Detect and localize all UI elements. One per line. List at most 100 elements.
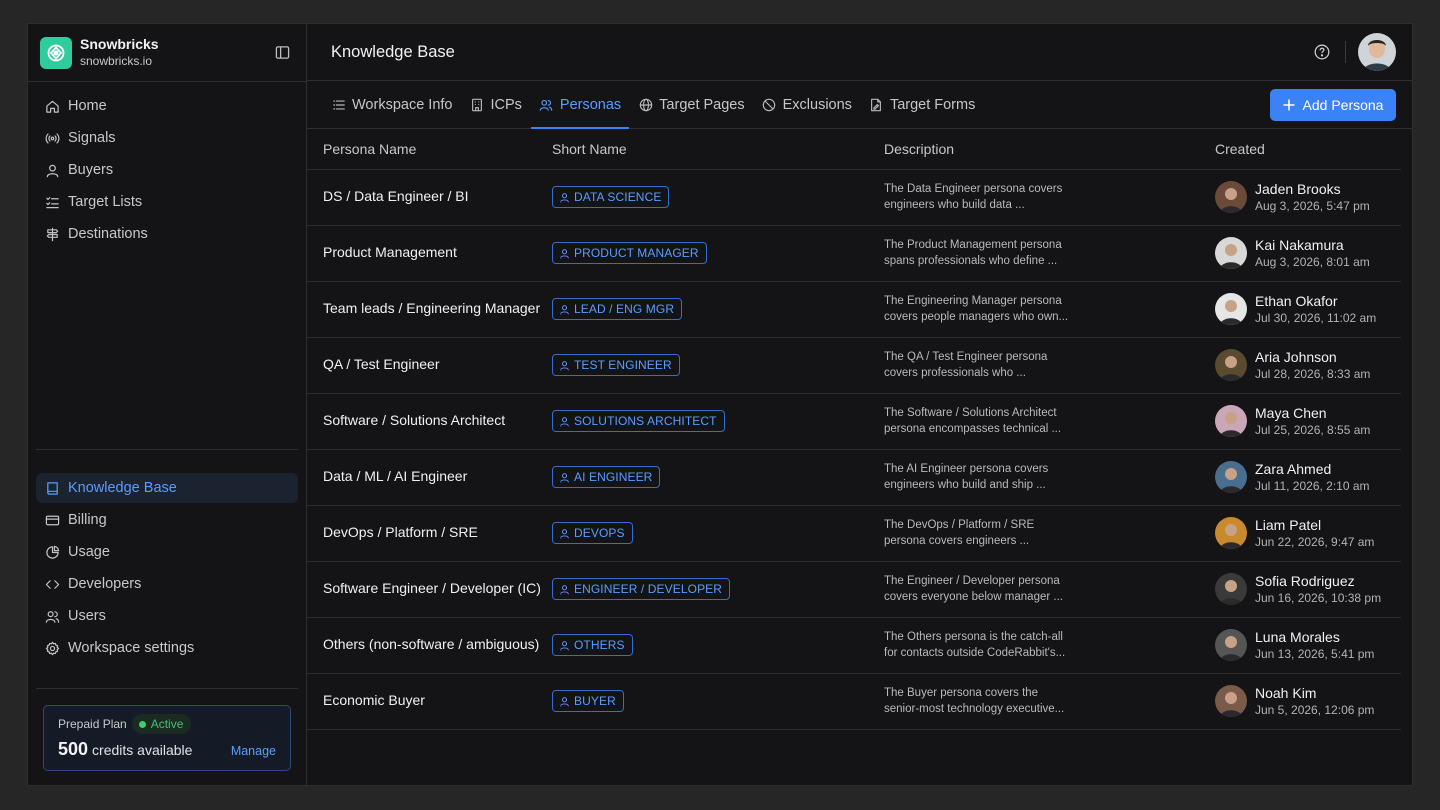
description-line: covers everyone below manager ... <box>884 591 1063 603</box>
sidebar-item-label: Workspace settings <box>68 640 195 656</box>
user-icon <box>559 360 570 371</box>
short-name-badge: PRODUCT MANAGER <box>552 242 707 264</box>
plus-icon <box>1283 99 1295 111</box>
tab-target-pages[interactable]: Target Pages <box>638 81 745 128</box>
sidebar-item-signals[interactable]: Signals <box>36 123 298 153</box>
cell-persona-name: Data / ML / AI Engineer <box>307 449 552 506</box>
sidebar-item-target-lists[interactable]: Target Lists <box>36 187 298 217</box>
user-icon <box>559 696 570 707</box>
creator-avatar <box>1215 293 1247 325</box>
cell-created: Aria Johnson Jul 28, 2026, 8:33 am <box>1215 337 1401 394</box>
personas-table: Persona Name Short Name Description Crea… <box>307 129 1401 730</box>
sidebar-item-developers[interactable]: Developers <box>36 569 298 599</box>
sidebar-nav-main: Home Signals Buyers Target Lists Destination… <box>28 82 306 251</box>
description-line: senior-most technology executive... <box>884 703 1065 715</box>
creator-avatar <box>1215 517 1247 549</box>
description-line: persona encompasses technical ... <box>884 423 1062 435</box>
persona-name: QA / Test Engineer <box>323 356 440 372</box>
sidebar-item-usage[interactable]: Usage <box>36 537 298 567</box>
sidebar-toggle-icon[interactable] <box>270 41 294 65</box>
column-header-created[interactable]: Created <box>1215 129 1401 170</box>
table-row[interactable]: DS / Data Engineer / BI DATA SCIENCE The D… <box>307 169 1401 226</box>
cell-description: The Engineering Manager persona covers pe… <box>884 281 1215 338</box>
credits-label: credits available <box>92 742 193 758</box>
created-date: Jun 22, 2026, 9:47 am <box>1255 534 1375 549</box>
cell-short-name: TEST ENGINEER <box>552 337 884 394</box>
table-row[interactable]: Software / Solutions Architect SOLUTIONS … <box>307 393 1401 450</box>
created-date: Jun 5, 2026, 12:06 pm <box>1255 702 1375 717</box>
cell-persona-name: Team leads / Engineering Manager <box>307 281 552 338</box>
table-row[interactable]: Software Engineer / Developer (IC) ENGINE… <box>307 561 1401 618</box>
creator-name: Kai Nakamura <box>1255 236 1344 253</box>
manage-plan-link[interactable]: Manage <box>231 744 276 758</box>
cell-description: The Product Management persona spans prof… <box>884 225 1215 282</box>
cell-short-name: DATA SCIENCE <box>552 169 884 226</box>
list-check-icon <box>44 194 60 210</box>
creator-name: Liam Patel <box>1255 516 1322 533</box>
short-name-badge: TEST ENGINEER <box>552 354 680 376</box>
cell-description: The Buyer persona covers the senior-most … <box>884 673 1215 730</box>
tab-label: Personas <box>559 96 622 113</box>
tab-target-forms[interactable]: Target Forms <box>869 81 975 128</box>
help-icon[interactable] <box>1311 41 1333 63</box>
tab-exclusions[interactable]: Exclusions <box>762 81 852 128</box>
description-line: The Engineer / Developer persona <box>884 575 1060 587</box>
topbar-separator <box>1345 41 1346 63</box>
add-persona-button[interactable]: Add Persona <box>1270 89 1396 121</box>
tab-personas[interactable]: Personas <box>530 81 630 129</box>
description-line: spans professionals who define ... <box>884 255 1058 267</box>
table-row[interactable]: DevOps / Platform / SRE DEVOPS The DevOps … <box>307 505 1401 562</box>
short-name-text: ENGINEER / DEVELOPER <box>574 582 723 596</box>
tab-workspace-info[interactable]: Workspace Info <box>331 81 452 128</box>
sidebar-item-users[interactable]: Users <box>36 601 298 631</box>
user-icon <box>559 472 570 483</box>
column-header-description[interactable]: Description <box>884 129 1215 170</box>
gear-icon <box>44 640 60 656</box>
tab-label: ICPs <box>490 96 522 113</box>
table-row[interactable]: Data / ML / AI Engineer AI ENGINEER The AI… <box>307 449 1401 506</box>
description-line: The Others persona is the catch-all <box>884 631 1063 643</box>
column-header-short-name[interactable]: Short Name <box>552 129 884 170</box>
user-icon <box>559 248 570 259</box>
cell-created: Luna Morales Jun 13, 2026, 5:41 pm <box>1215 617 1401 674</box>
signpost-icon <box>44 226 60 242</box>
table-row[interactable]: Team leads / Engineering Manager LEAD / E… <box>307 281 1401 338</box>
creator-avatar <box>1215 181 1247 213</box>
sidebar-item-workspace-settings[interactable]: Workspace settings <box>36 633 298 663</box>
persona-name: DS / Data Engineer / BI <box>323 188 469 204</box>
cell-persona-name: Software Engineer / Developer (IC) <box>307 561 552 618</box>
table-row[interactable]: QA / Test Engineer TEST ENGINEER The QA / … <box>307 337 1401 394</box>
user-icon <box>559 528 570 539</box>
description-line: The Software / Solutions Architect <box>884 407 1057 419</box>
persona-name: DevOps / Platform / SRE <box>323 524 478 540</box>
sidebar-item-destinations[interactable]: Destinations <box>36 219 298 249</box>
ban-icon <box>762 97 777 112</box>
sidebar-item-label: Users <box>68 608 106 624</box>
sidebar-item-billing[interactable]: Billing <box>36 505 298 535</box>
tab-icps[interactable]: ICPs <box>469 81 522 128</box>
user-icon <box>559 640 570 651</box>
sidebar-item-label: Target Lists <box>68 194 143 210</box>
user-icon <box>559 584 570 595</box>
persona-name: Software / Solutions Architect <box>323 412 506 428</box>
sidebar-item-buyers[interactable]: Buyers <box>36 155 298 185</box>
status-badge: Active <box>131 714 192 734</box>
short-name-text: AI ENGINEER <box>574 470 653 484</box>
short-name-text: SOLUTIONS ARCHITECT <box>574 414 717 428</box>
column-header-persona-name[interactable]: Persona Name <box>307 129 552 170</box>
sidebar-item-label: Billing <box>68 512 107 528</box>
creator-name: Jaden Brooks <box>1255 180 1341 197</box>
cell-created: Liam Patel Jun 22, 2026, 9:47 am <box>1215 505 1401 562</box>
sidebar-item-home[interactable]: Home <box>36 91 298 121</box>
creator-name: Ethan Okafor <box>1255 292 1338 309</box>
table-row[interactable]: Economic Buyer BUYER The Buyer persona cov… <box>307 673 1401 730</box>
workspace-switcher[interactable]: Snowbricks snowbricks.io <box>28 24 306 82</box>
persona-name: Software Engineer / Developer (IC) <box>323 580 541 596</box>
sidebar-item-knowledge-base[interactable]: Knowledge Base <box>36 473 298 503</box>
table-row[interactable]: Product Management PRODUCT MANAGER The Pro… <box>307 225 1401 282</box>
cell-description: The Data Engineer persona covers engineer… <box>884 169 1215 226</box>
sidebar-item-label: Buyers <box>68 162 114 178</box>
table-row[interactable]: Others (non-software / ambiguous) OTHERS T… <box>307 617 1401 674</box>
user-avatar[interactable] <box>1358 33 1396 71</box>
cell-description: The AI Engineer persona covers engineers … <box>884 449 1215 506</box>
